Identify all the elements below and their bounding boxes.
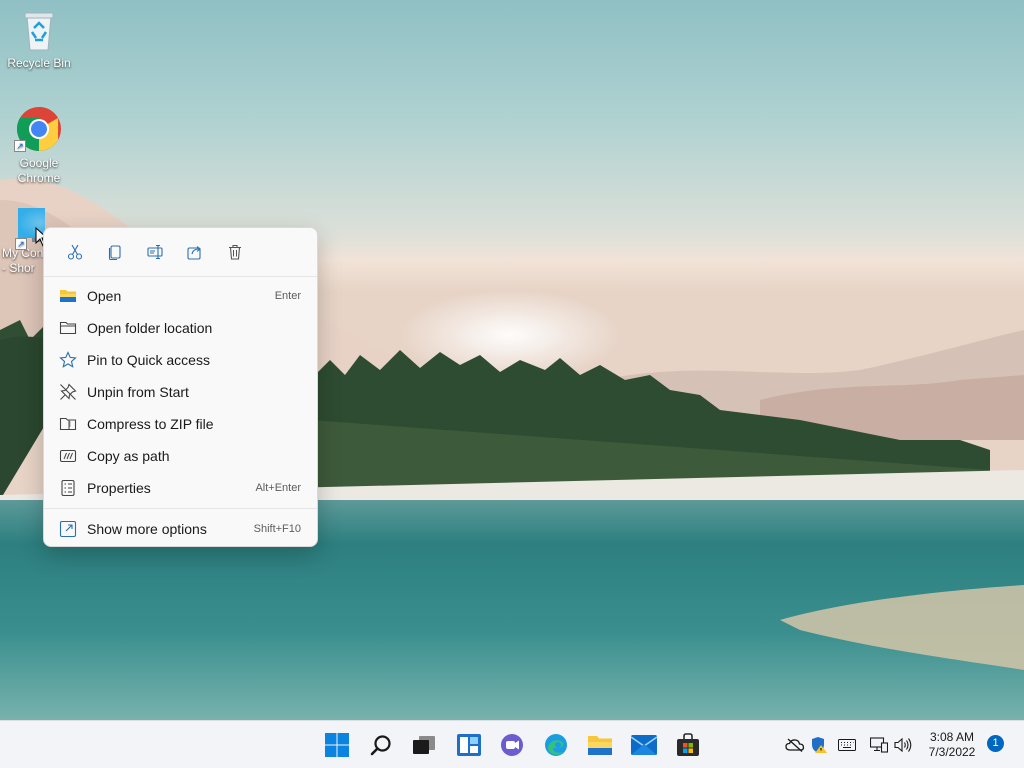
tray-volume[interactable] [893, 735, 913, 755]
share-icon [187, 246, 201, 260]
trash-icon [229, 244, 241, 260]
desktop-icon-label: Recycle Bin [7, 56, 71, 70]
mail-icon [631, 735, 657, 755]
properties-icon [59, 479, 77, 497]
scissors-icon [67, 244, 83, 260]
file-explorer-icon [588, 736, 612, 755]
teams-chat-icon [501, 734, 523, 756]
security-warning-icon [812, 737, 827, 753]
menu-item-compress-to-zip[interactable]: Compress to ZIP file [44, 408, 317, 440]
menu-item-open-folder-location[interactable]: Open folder location [44, 312, 317, 344]
tray-network[interactable] [869, 735, 889, 755]
desktop-icon-label: My Con - Shor [2, 246, 44, 275]
notification-badge[interactable]: 1 [987, 735, 1004, 752]
onedrive-offline-icon [785, 738, 805, 752]
context-menu-toolbar [44, 228, 317, 276]
start-icon [325, 733, 349, 757]
task-view-button[interactable] [406, 727, 442, 763]
chrome-icon: ↗ [14, 106, 62, 152]
more-options-icon [59, 520, 77, 538]
network-icon [870, 737, 888, 753]
folder-outline-icon [59, 319, 77, 337]
cut-button[interactable] [55, 236, 95, 268]
desktop-icon-label: Google Chrome [17, 156, 61, 185]
rename-icon [147, 244, 163, 260]
mail-button[interactable] [626, 727, 662, 763]
task-view-icon [413, 736, 435, 754]
store-icon [677, 733, 699, 756]
search-icon [370, 735, 391, 756]
tray-onedrive[interactable] [785, 735, 805, 755]
copy-icon [108, 245, 121, 260]
share-button[interactable] [175, 236, 215, 268]
widgets-icon [457, 734, 481, 756]
edge-icon [545, 734, 567, 756]
file-explorer-button[interactable] [582, 727, 618, 763]
taskbar: 3:08 AM 7/3/2022 [0, 720, 1024, 768]
zip-folder-icon [59, 415, 77, 433]
shortcut-arrow-icon: ↗ [14, 140, 26, 152]
desktop-icon-recycle-bin[interactable]: Recycle Bin [1, 10, 77, 71]
menu-item-unpin-from-start[interactable]: Unpin from Start [44, 376, 317, 408]
copy-button[interactable] [95, 236, 135, 268]
delete-button[interactable] [215, 236, 255, 268]
menu-item-properties[interactable]: Properties Alt+Enter [44, 472, 317, 504]
chat-button[interactable] [494, 727, 530, 763]
start-button[interactable] [319, 727, 355, 763]
tray-keyboard[interactable] [837, 735, 857, 755]
clock-time: 3:08 AM [929, 730, 975, 744]
tray-security[interactable] [809, 735, 829, 755]
shortcut-arrow-icon: ↗ [15, 238, 27, 250]
folder-open-icon [59, 287, 77, 305]
star-icon [59, 351, 77, 369]
desktop-icon-google-chrome[interactable]: ↗ Google Chrome [1, 106, 77, 186]
clock-date: 7/3/2022 [928, 745, 976, 759]
rename-button[interactable] [135, 236, 175, 268]
widgets-button[interactable] [451, 727, 487, 763]
menu-item-open[interactable]: Open Enter [44, 280, 317, 312]
context-menu-items: Open Enter Open folder location Pin to Q… [44, 277, 317, 545]
context-menu: Open Enter Open folder location Pin to Q… [43, 227, 318, 547]
recycle-bin-icon [21, 10, 57, 52]
volume-icon [894, 737, 912, 753]
unpin-icon [59, 383, 77, 401]
menu-item-pin-to-quick-access[interactable]: Pin to Quick access [44, 344, 317, 376]
taskbar-clock[interactable]: 3:08 AM 7/3/2022 [918, 730, 986, 760]
menu-item-copy-as-path[interactable]: Copy as path [44, 440, 317, 472]
keyboard-icon [838, 739, 856, 751]
edge-button[interactable] [538, 727, 574, 763]
menu-item-show-more-options[interactable]: Show more options Shift+F10 [44, 513, 317, 545]
store-button[interactable] [670, 727, 706, 763]
search-button[interactable] [363, 727, 399, 763]
menu-separator [44, 508, 317, 509]
path-icon [59, 447, 77, 465]
